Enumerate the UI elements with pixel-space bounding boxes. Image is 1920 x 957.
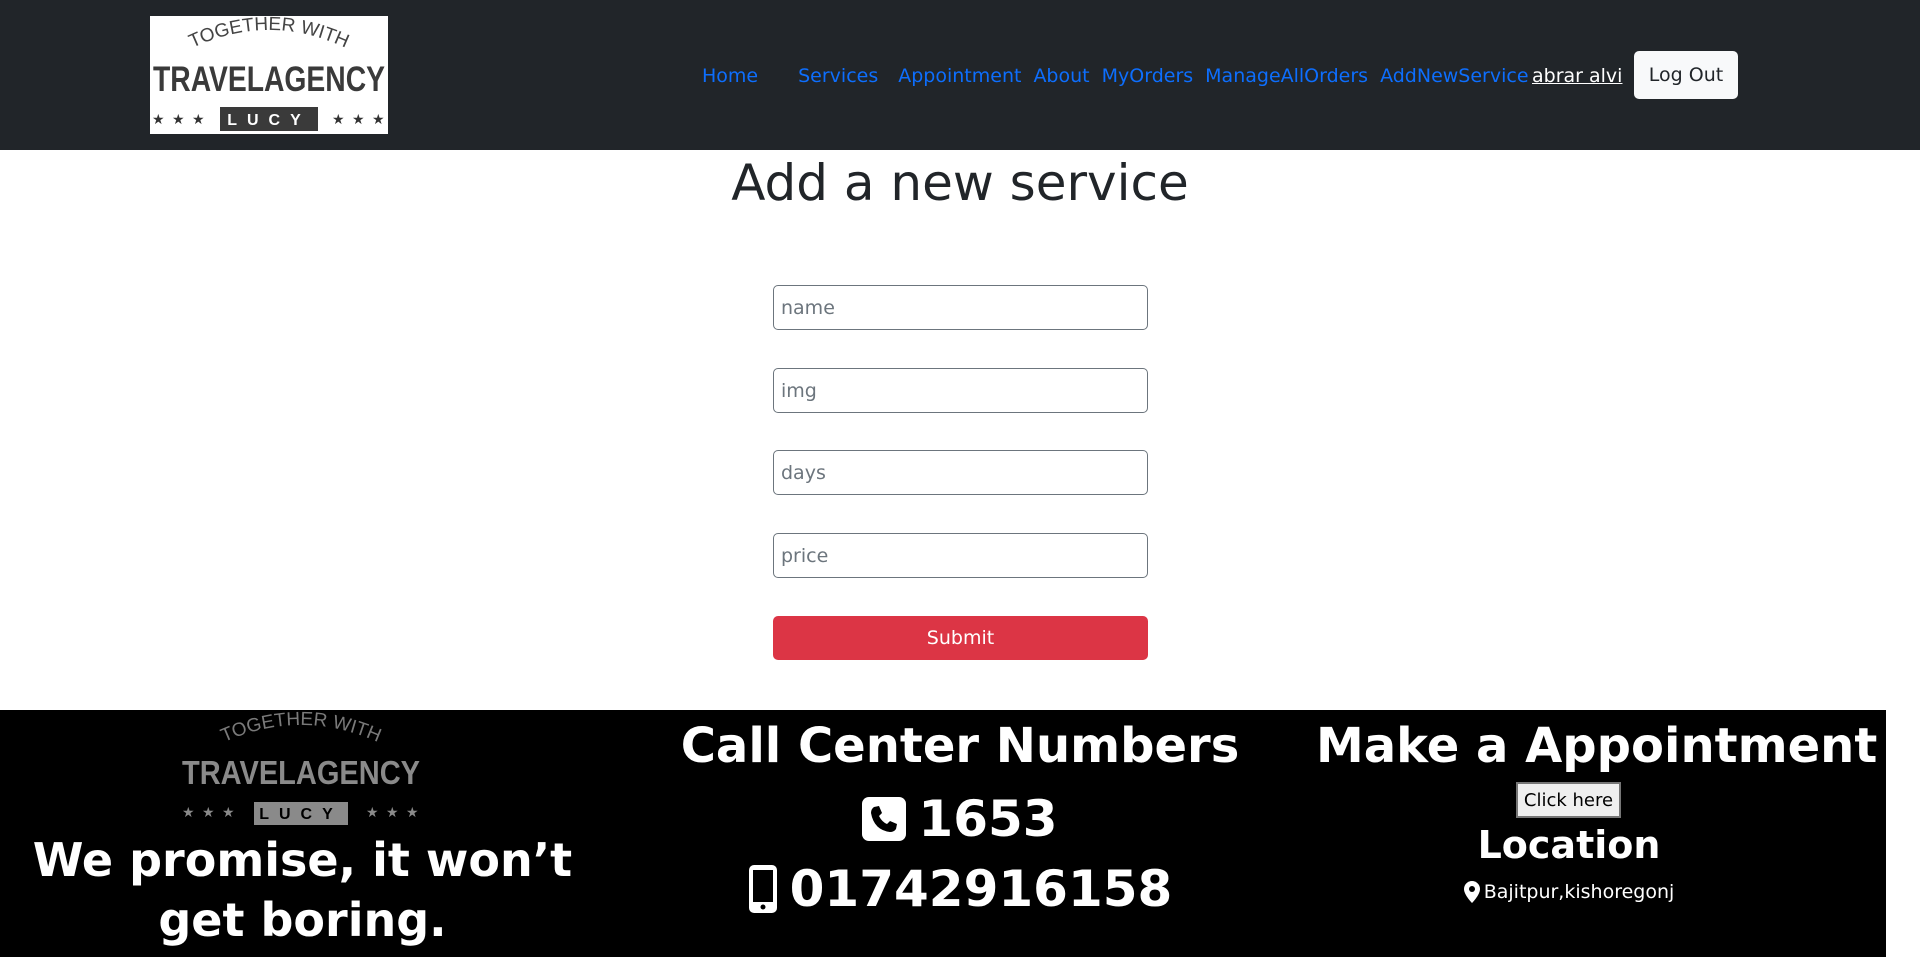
svg-text:★: ★	[352, 112, 365, 128]
svg-text:★: ★	[202, 805, 215, 821]
phone-square-icon	[862, 797, 907, 841]
hotline-number: 1653	[918, 790, 1058, 848]
brand-logo[interactable]: TOGETHER WITH TRAVELAGENCY ★ ★ ★ LUCY ★ ★ ★	[150, 16, 388, 134]
footer-logo-stars-right: ★ ★ ★	[366, 805, 419, 821]
svg-text:★: ★	[192, 112, 205, 128]
svg-text:★: ★	[152, 112, 165, 128]
svg-text:★: ★	[332, 112, 345, 128]
page-title: Add a new service	[731, 154, 1189, 212]
nav-appointment[interactable]: Appointment	[898, 62, 1021, 90]
logo-stars-left: ★ ★ ★	[152, 112, 205, 128]
call-center-title: Call Center Numbers	[680, 718, 1240, 774]
nav-services[interactable]: Services	[798, 62, 878, 90]
svg-text:★: ★	[182, 805, 195, 821]
location-title: Location	[1477, 823, 1661, 867]
logo-stars-right: ★ ★ ★	[332, 112, 385, 128]
location-row: Bajitpur,kishoregonj	[1316, 878, 1822, 906]
img-input[interactable]	[773, 368, 1148, 413]
svg-text:★: ★	[386, 805, 399, 821]
submit-button[interactable]: Submit	[773, 616, 1148, 660]
footer-logo-stars-left: ★ ★ ★	[182, 805, 235, 821]
svg-text:★: ★	[222, 805, 235, 821]
svg-text:★: ★	[172, 112, 185, 128]
footer-logo-graphic: TOGETHER WITH TRAVELAGENCY ★ ★ ★ LUCY ★ ★ ★	[182, 709, 420, 825]
main-nav: Home Services Appointment About MyOrders…	[702, 62, 1529, 90]
mobile-phone-icon	[748, 865, 777, 913]
svg-text:★: ★	[406, 805, 419, 821]
svg-text:★: ★	[366, 805, 379, 821]
click-here-button[interactable]: Click here	[1516, 782, 1621, 818]
days-input[interactable]	[773, 450, 1148, 495]
navbar: TOGETHER WITH TRAVELAGENCY ★ ★ ★ LUCY ★ ★ ★ …	[0, 0, 1920, 150]
svg-text:★: ★	[372, 112, 385, 128]
brand-logo-graphic: TOGETHER WITH TRAVELAGENCY ★ ★ ★ LUCY ★ ★ ★	[152, 16, 385, 131]
mobile-number: 01742916158	[789, 860, 1173, 918]
nav-manage-all-orders[interactable]: ManageAllOrders	[1205, 62, 1368, 90]
logo-sub-text: LUCY	[227, 112, 311, 129]
hotline-row: 1653	[605, 788, 1315, 850]
location-text: Bajitpur,kishoregonj	[1483, 881, 1675, 903]
nav-home[interactable]: Home	[702, 62, 758, 90]
footer-logo-sub-text: LUCY	[259, 806, 343, 823]
user-name-link[interactable]: abrar alvi	[1532, 62, 1622, 90]
nav-my-orders[interactable]: MyOrders	[1102, 62, 1194, 90]
footer-logo: TOGETHER WITH TRAVELAGENCY ★ ★ ★ LUCY ★ ★ ★	[176, 709, 426, 832]
logout-button[interactable]: Log Out	[1634, 51, 1738, 99]
price-input[interactable]	[773, 533, 1148, 578]
footer-logo-top-text: TOGETHER WITH	[218, 710, 384, 747]
footer-tagline: We promise, it won’t get boring.	[32, 833, 573, 947]
name-input[interactable]	[773, 285, 1148, 330]
footer-logo-main-text: TRAVELAGENCY	[182, 754, 420, 791]
map-pin-icon	[1463, 881, 1480, 903]
appointment-title: Make a Appointment	[1316, 718, 1878, 774]
footer: TOGETHER WITH TRAVELAGENCY ★ ★ ★ LUCY ★ ★ ★ …	[0, 709, 1886, 957]
logo-main-text: TRAVELAGENCY	[153, 60, 385, 99]
mobile-row: 01742916158	[605, 858, 1315, 920]
logo-top-text: TOGETHER WITH	[186, 16, 352, 52]
nav-about[interactable]: About	[1033, 62, 1089, 90]
nav-add-new-service[interactable]: AddNewService	[1380, 62, 1528, 90]
